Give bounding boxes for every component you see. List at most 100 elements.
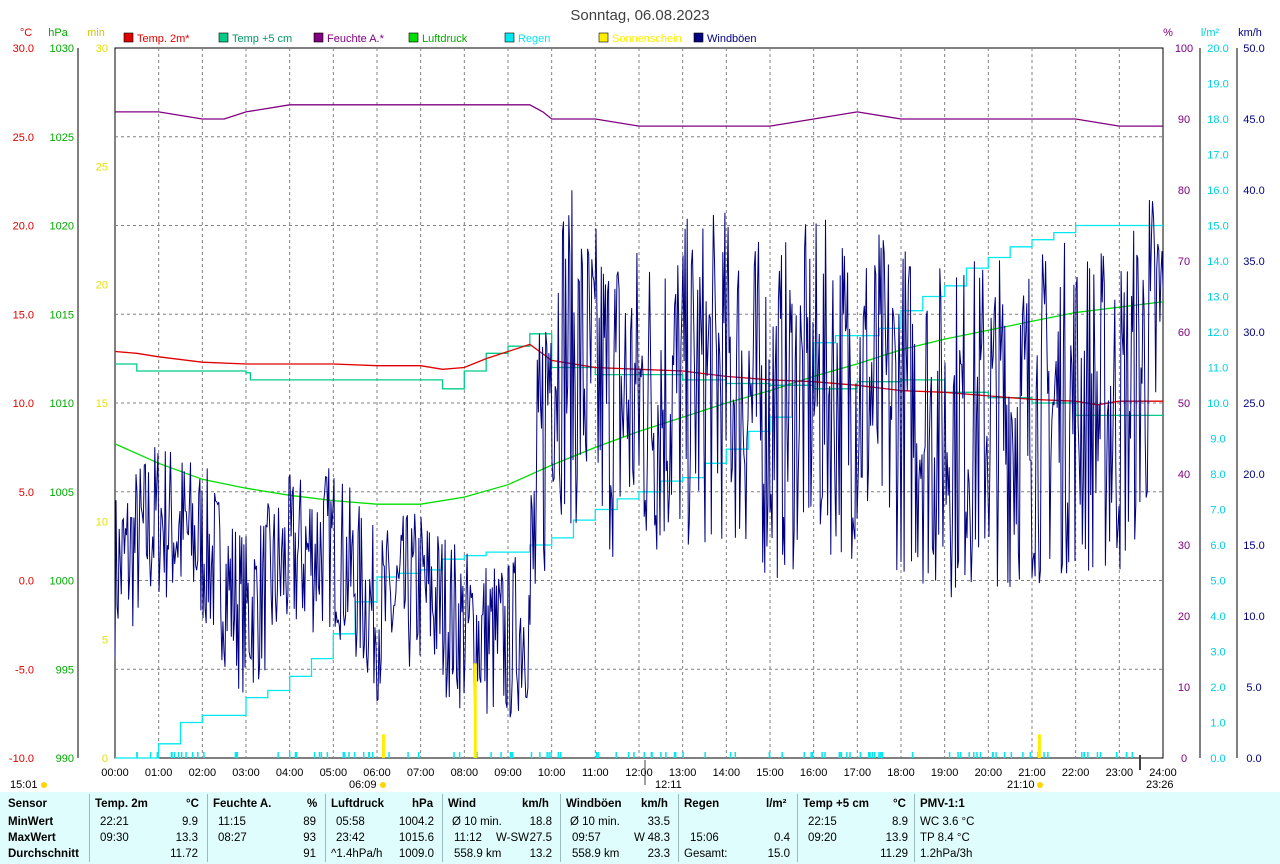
temp-tick-label: 30.0 [13, 43, 34, 55]
temp2m-max-value: 13.3 [175, 832, 198, 844]
separator [678, 794, 679, 862]
noon-marker: 12:11 [655, 779, 682, 791]
rain-tick-label: 7.0 [1210, 505, 1225, 517]
x-tick-label: 20:00 [975, 767, 1003, 779]
temp2m-avg-value: 11.72 [170, 848, 198, 860]
hdr-wind: Wind [448, 798, 476, 810]
legend-swatch [123, 32, 134, 43]
hdr-rain: Regen [684, 798, 720, 810]
rain-tick-label: 14.0 [1207, 256, 1228, 268]
axis-unit-label: °C [20, 27, 32, 39]
rain-tick-label: 20.0 [1207, 43, 1228, 55]
wind-avg-value: 13.2 [529, 848, 552, 860]
rain-tick-label: 12.0 [1207, 327, 1228, 339]
temp5cm-max-time: 09:20 [808, 832, 837, 844]
hdr-rain-unit: l/m² [766, 798, 787, 810]
separator [797, 794, 798, 862]
axis-unit-label: km/h [1238, 27, 1262, 39]
stats-table: Sensor Temp. 2m °C Feuchte A. % Luftdruc… [0, 792, 1280, 864]
sunshine-bar [382, 734, 386, 758]
rain-tick-label: 0.0 [1210, 753, 1225, 765]
x-tick-label: 06:00 [363, 767, 391, 779]
temp5cm-min-time: 22:15 [808, 816, 837, 828]
rain-tick-label: 2.0 [1210, 682, 1225, 694]
weather-chart-page: Sonntag, 06.08.2023 Temp. 2m* Temp +5 cm Fe… [0, 0, 1280, 864]
wind-tick-label: 45.0 [1243, 114, 1264, 126]
x-tick-label: 19:00 [931, 767, 959, 779]
temp-tick-label: 15.0 [13, 309, 34, 321]
sun-tick-label: 30 [96, 43, 108, 55]
rain-tick-label: 11.0 [1208, 363, 1229, 375]
sunshine-bar [1037, 734, 1041, 758]
sun-tick-label: 25 [96, 161, 108, 173]
legend-swatch [313, 32, 324, 43]
legend-label: Luftdruck [422, 33, 468, 45]
sun-tick-label: 10 [96, 516, 108, 528]
x-tick-label: 14:00 [713, 767, 741, 779]
rain-tick-label: 16.0 [1207, 185, 1228, 197]
x-tick-label: 24:00 [1149, 767, 1177, 779]
wind-max-value: 27.5 [529, 832, 552, 844]
temp5cm-max-value: 13.9 [885, 832, 908, 844]
x-tick-label: 18:00 [887, 767, 915, 779]
pressure-tick-label: 1015 [50, 309, 74, 321]
wind-avg10-value: 18.8 [529, 816, 552, 828]
pressure-tick-label: 1005 [50, 487, 74, 499]
axis-unit-label: min [87, 27, 105, 39]
legend-swatch [408, 32, 419, 43]
temp2m-min-time: 22:21 [100, 816, 129, 828]
rain-tick-label: 5.0 [1210, 576, 1225, 588]
separator [325, 794, 326, 862]
x-tick-label: 04:00 [276, 767, 304, 779]
temp-tick-label: -5.0 [15, 664, 34, 676]
rain-tick-label: 17.0 [1207, 150, 1228, 162]
legend-swatch [504, 32, 515, 43]
temp-tick-label: 5.0 [19, 487, 34, 499]
humidity-min-value: 89 [303, 816, 316, 828]
axis-unit-label: % [1163, 27, 1173, 39]
x-tick-label: 02:00 [189, 767, 217, 779]
x-tick-label: 16:00 [800, 767, 828, 779]
x-tick-label: 08:00 [451, 767, 479, 779]
wind-max-time: 11:12 [454, 832, 482, 844]
legend-label: Temp. 2m* [137, 33, 190, 45]
time-marker: 15:01 [10, 779, 38, 791]
temp-tick-label: -10.0 [9, 753, 34, 765]
hdr-pressure: Luftdruck [331, 798, 385, 810]
wind-tick-label: 30.0 [1243, 327, 1264, 339]
sun-tick-label: 5 [102, 635, 108, 647]
x-tick-label: 00:00 [101, 767, 129, 779]
sunrise-marker: 06:09 [349, 779, 377, 791]
gusts-avg-value: 23.3 [647, 848, 670, 860]
sunshine-bar [473, 663, 477, 758]
humidity-tick-label: 20 [1178, 611, 1190, 623]
legend-label: Feuchte A.* [327, 33, 385, 45]
pressure-avg-value: 1009.0 [398, 848, 434, 860]
temp5cm-min-value: 8.9 [892, 816, 908, 828]
humidity-min-time: 11:15 [218, 816, 246, 828]
legend-swatch [598, 32, 609, 43]
pressure-tick-label: 1030 [50, 43, 74, 55]
humidity-tick-label: 60 [1178, 327, 1190, 339]
rain-tick-label: 9.0 [1210, 434, 1225, 446]
x-tick-label: 03:00 [232, 767, 260, 779]
sunset-marker: 21:10 [1007, 779, 1035, 791]
temp2m-max-time: 09:30 [100, 832, 129, 844]
legend-label: Sonnenschein [612, 33, 682, 45]
pressure-tick-label: 1025 [50, 132, 74, 144]
legend-label: Regen [518, 33, 550, 45]
gusts-max-value: 48.3 [647, 832, 670, 844]
legend-label: Temp +5 cm [232, 33, 292, 45]
wind-tick-label: 35.0 [1243, 256, 1264, 268]
chart-title: Sonntag, 06.08.2023 [570, 7, 709, 24]
legend-label: Windböen [707, 33, 757, 45]
x-tick-label: 22:00 [1062, 767, 1090, 779]
temp-tick-label: 0.0 [19, 576, 34, 588]
hdr-temp5cm-unit: °C [893, 798, 906, 810]
x-tick-label: 09:00 [494, 767, 522, 779]
rain-tick-label: 19.0 [1207, 79, 1228, 91]
hdr-gusts-unit: km/h [641, 798, 668, 810]
sun-tick-label: 20 [96, 280, 108, 292]
temp2m-min-value: 9.9 [182, 816, 198, 828]
sun-icon [1037, 782, 1043, 788]
